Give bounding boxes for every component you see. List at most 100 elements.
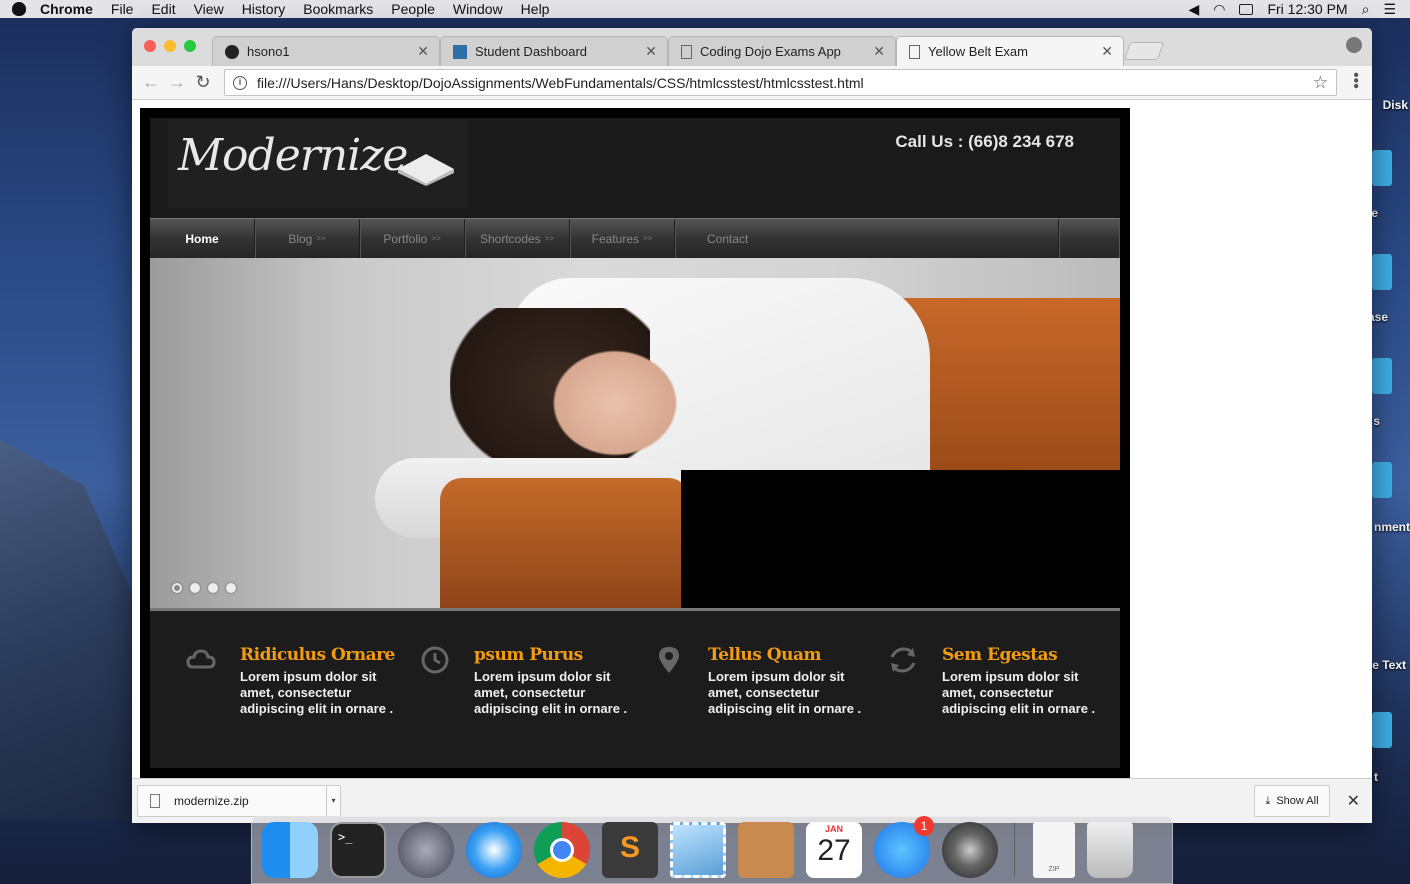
feature-text: Lorem ipsum dolor sit amet, consectetur … xyxy=(942,669,1096,716)
tab-label: Coding Dojo Exams App xyxy=(700,44,841,59)
desktop-label[interactable]: e Text xyxy=(1372,658,1406,672)
app-store-icon[interactable]: 1 xyxy=(874,816,934,878)
minimize-window-button[interactable] xyxy=(164,40,176,52)
menubar-clock[interactable]: Fri 12:30 PM xyxy=(1267,1,1347,17)
menu-app-name[interactable]: Chrome xyxy=(40,1,93,17)
chrome-menu-icon[interactable]: ••• xyxy=(1347,72,1364,89)
close-tab-icon[interactable]: ✕ xyxy=(645,43,657,60)
slider-dot-active[interactable] xyxy=(172,583,182,593)
new-tab-button[interactable] xyxy=(1123,42,1165,60)
desktop-folder-icon[interactable] xyxy=(1372,712,1392,748)
menu-people[interactable]: People xyxy=(391,1,435,17)
apple-icon[interactable] xyxy=(12,2,26,16)
download-item[interactable]: modernize.zip ▾ xyxy=(137,785,341,817)
system-preferences-icon[interactable] xyxy=(942,822,998,878)
desktop-label[interactable]: t xyxy=(1374,770,1378,784)
show-all-button[interactable]: ⤓ Show All xyxy=(1254,785,1330,817)
desktop-folder-icon[interactable] xyxy=(1372,462,1392,498)
mail-stamp-icon[interactable] xyxy=(670,822,726,878)
site-nav: Home Blog >> Portfolio >> Shortcodes >> Fea… xyxy=(150,218,1120,259)
menu-file[interactable]: File xyxy=(111,1,134,17)
feature-text: Lorem ipsum dolor sit amet, consectetur … xyxy=(708,669,862,716)
site-header: Modernize Call Us : (66)8 234 678 xyxy=(150,118,1120,218)
slider-dot[interactable] xyxy=(208,583,218,593)
finder-icon[interactable] xyxy=(262,822,318,878)
tab-coding-dojo-exams[interactable]: Coding Dojo Exams App ✕ xyxy=(668,36,896,66)
tab-yellow-belt-exam[interactable]: Yellow Belt Exam ✕ xyxy=(896,36,1124,66)
menu-window[interactable]: Window xyxy=(453,1,503,17)
chrome-icon[interactable] xyxy=(534,822,590,878)
nav-arrow: >> xyxy=(431,234,441,243)
site-frame: Modernize Call Us : (66)8 234 678 Home B… xyxy=(140,108,1130,778)
menu-help[interactable]: Help xyxy=(521,1,550,17)
menu-history[interactable]: History xyxy=(242,1,286,17)
app-store-badge: 1 xyxy=(914,816,934,836)
desktop-folder-icon[interactable] xyxy=(1372,254,1392,290)
feature-title: Ridiculus Ornare xyxy=(240,645,395,665)
close-tab-icon[interactable]: ✕ xyxy=(1101,43,1113,60)
nav-home[interactable]: Home xyxy=(150,218,255,259)
menu-view[interactable]: View xyxy=(194,1,224,17)
trash-icon[interactable] xyxy=(1087,822,1133,878)
close-tab-icon[interactable]: ✕ xyxy=(873,43,885,60)
volume-icon[interactable]: ◀ xyxy=(1188,1,1199,18)
close-tab-icon[interactable]: ✕ xyxy=(417,43,429,60)
launchpad-icon[interactable] xyxy=(398,822,454,878)
terminal-icon[interactable]: >_ xyxy=(330,822,386,878)
desktop-label[interactable]: nment xyxy=(1374,520,1410,534)
reload-icon[interactable]: ↻ xyxy=(190,72,216,93)
hero-slider xyxy=(150,258,1120,611)
zip-file-icon[interactable]: ZIP xyxy=(1033,822,1075,878)
call-us-text: Call Us : (66)8 234 678 xyxy=(895,132,1074,151)
dojo-icon xyxy=(453,44,467,59)
site-info-icon[interactable]: i xyxy=(233,75,247,90)
feature-title: Tellus Quam xyxy=(708,645,821,665)
desktop-label[interactable]: s xyxy=(1373,414,1380,428)
bookmark-star-icon[interactable]: ☆ xyxy=(1313,73,1328,93)
map-pin-icon xyxy=(659,647,679,673)
safari-icon[interactable] xyxy=(466,822,522,878)
nav-blog[interactable]: Blog >> xyxy=(255,218,360,259)
site-container: Modernize Call Us : (66)8 234 678 Home B… xyxy=(150,118,1120,768)
slide-sofa-arm xyxy=(440,478,690,611)
calendar-icon[interactable]: JAN 27 xyxy=(806,822,862,878)
show-all-label: Show All xyxy=(1276,795,1319,807)
menu-bookmarks[interactable]: Bookmarks xyxy=(303,1,373,17)
spotlight-search-icon[interactable]: ⌕ xyxy=(1362,1,1370,18)
back-icon[interactable]: ← xyxy=(138,72,164,93)
cloud-icon xyxy=(186,649,216,669)
nav-contact[interactable]: Contact xyxy=(675,218,1059,259)
desktop-label[interactable]: e xyxy=(1371,206,1378,220)
nav-features[interactable]: Features >> xyxy=(570,218,675,259)
battery-icon[interactable] xyxy=(1239,3,1254,15)
url-text[interactable]: file:///Users/Hans/Desktop/DojoAssignmen… xyxy=(257,75,864,91)
logo[interactable]: Modernize xyxy=(168,120,468,208)
notification-center-icon[interactable]: ☰ xyxy=(1383,1,1396,18)
feature-text: Lorem ipsum dolor sit amet, consectetur … xyxy=(474,669,628,716)
nav-portfolio[interactable]: Portfolio >> xyxy=(360,218,465,259)
forward-icon[interactable]: → xyxy=(164,72,190,93)
desktop-label-disk[interactable]: Disk xyxy=(1383,98,1408,112)
profile-icon[interactable] xyxy=(1346,37,1362,53)
contacts-icon[interactable] xyxy=(738,822,794,878)
page-icon xyxy=(909,44,920,59)
close-window-button[interactable] xyxy=(144,40,156,52)
tab-student-dashboard[interactable]: Student Dashboard ✕ xyxy=(440,36,668,66)
sublime-text-icon[interactable]: S xyxy=(602,822,658,878)
maximize-window-button[interactable] xyxy=(184,40,196,52)
desktop-folder-icon[interactable] xyxy=(1372,150,1392,186)
close-downloads-icon[interactable]: ✕ xyxy=(1347,791,1360,811)
nav-label: Home xyxy=(185,231,219,246)
download-menu-caret-icon[interactable]: ▾ xyxy=(326,786,340,816)
address-bar[interactable]: i file:///Users/Hans/Desktop/DojoAssignm… xyxy=(224,69,1337,96)
mac-menubar: Chrome File Edit View History Bookmarks … xyxy=(0,0,1410,18)
wifi-icon[interactable]: ◠ xyxy=(1213,1,1225,18)
slider-dot[interactable] xyxy=(190,583,200,593)
desktop-folder-icon[interactable] xyxy=(1372,358,1392,394)
slider-dot[interactable] xyxy=(226,583,236,593)
nav-shortcodes[interactable]: Shortcodes >> xyxy=(465,218,570,259)
menu-edit[interactable]: Edit xyxy=(151,1,175,17)
mac-dock: >_ S JAN 27 1 ZIP xyxy=(251,816,1173,884)
tab-hsono1[interactable]: hsono1 ✕ xyxy=(212,36,440,66)
